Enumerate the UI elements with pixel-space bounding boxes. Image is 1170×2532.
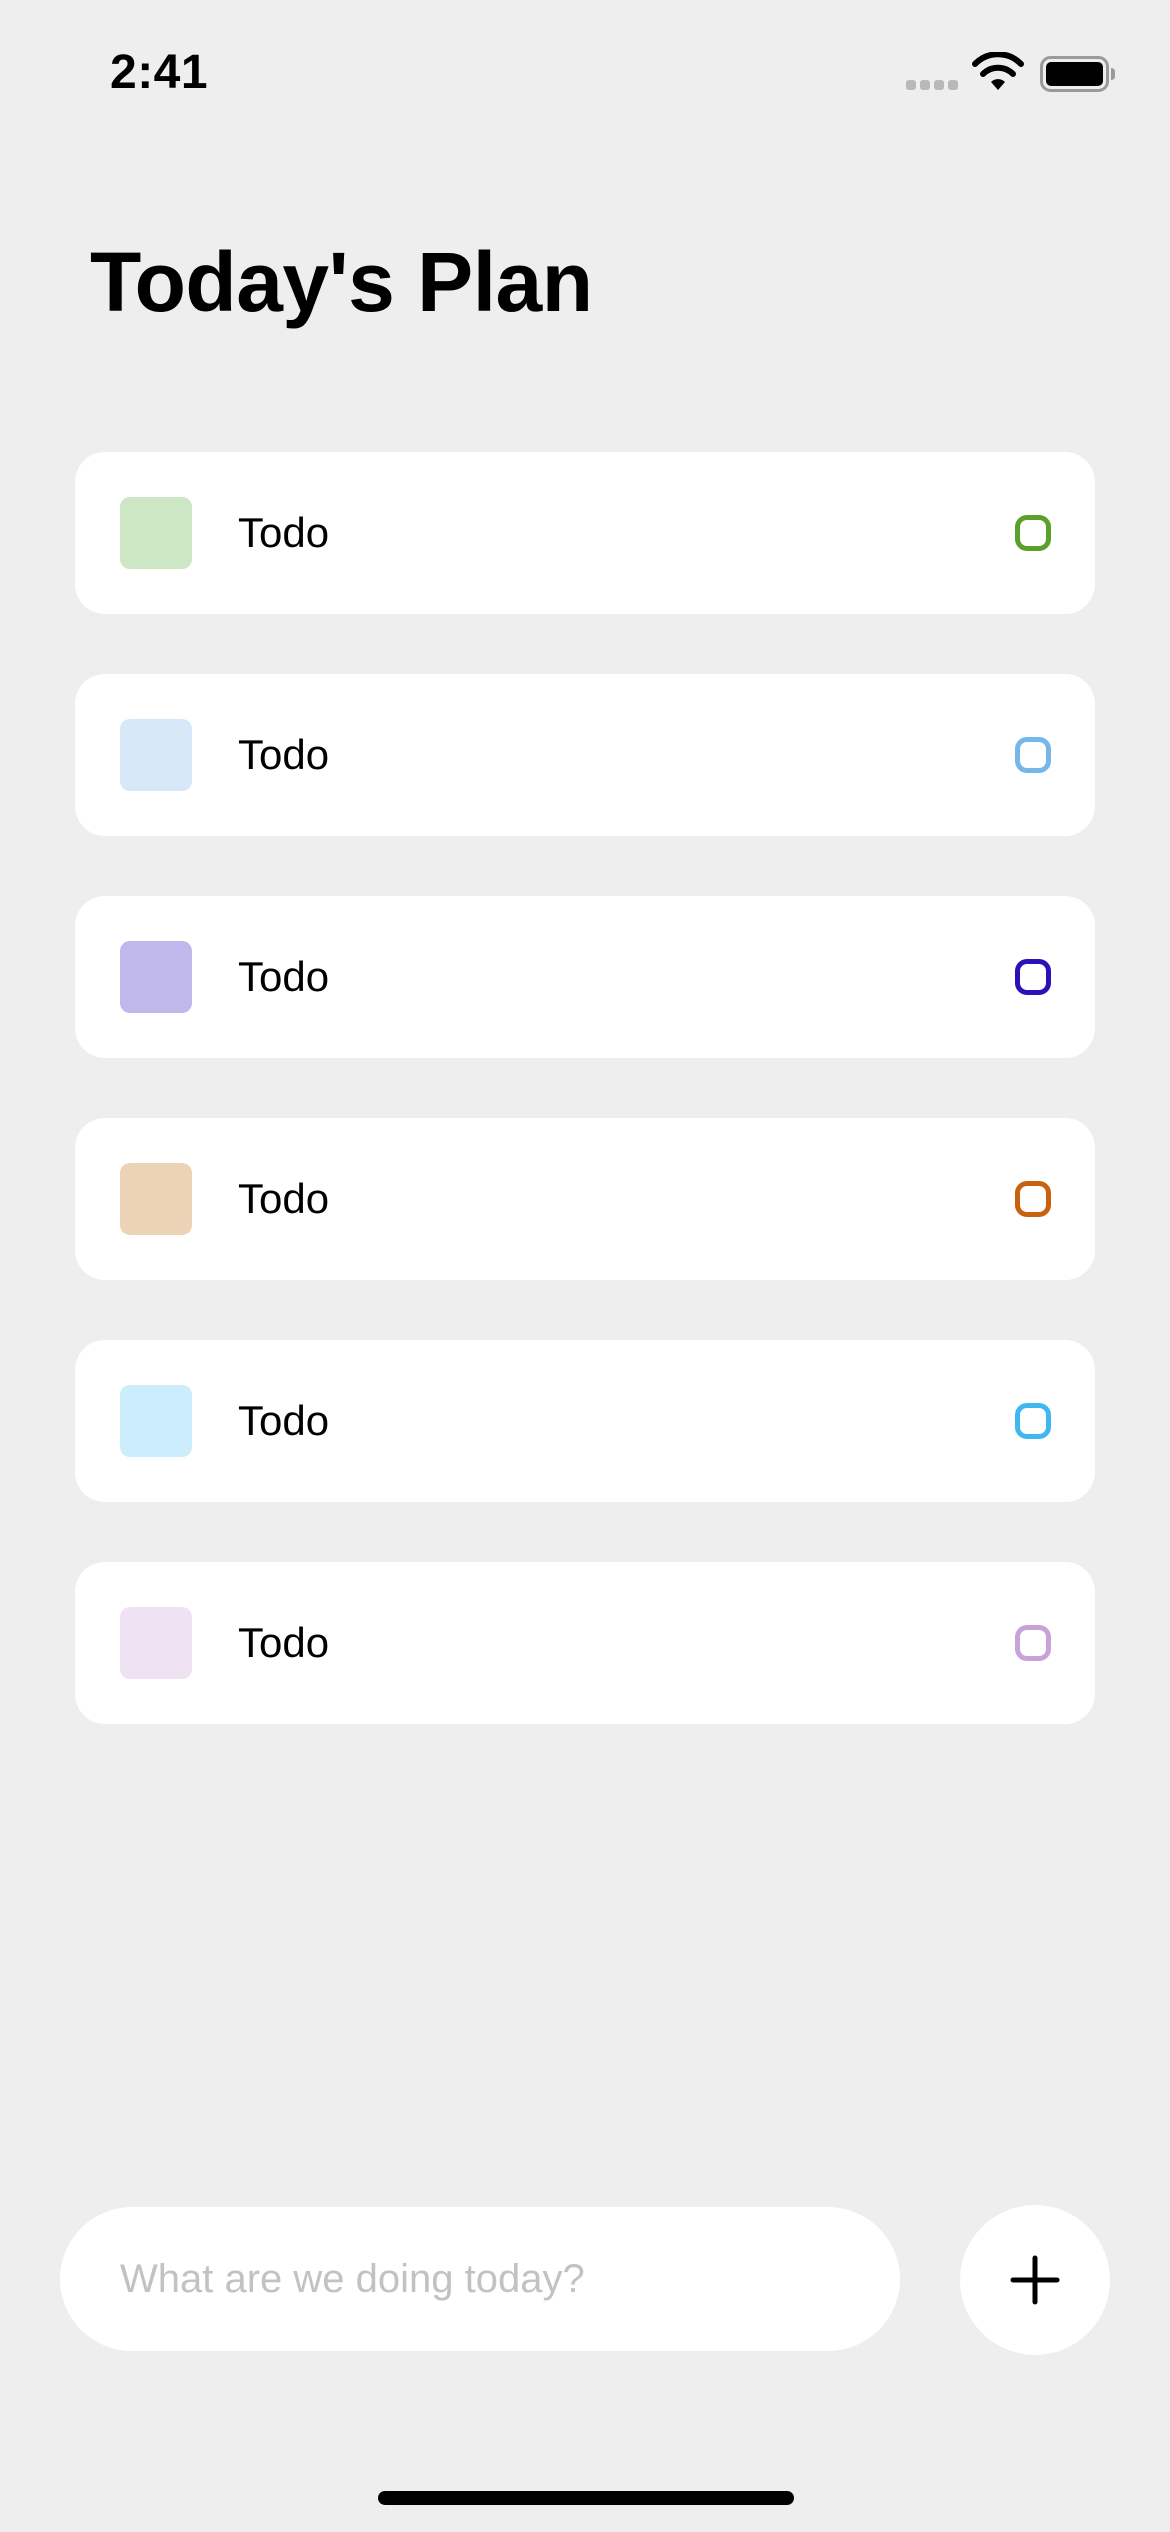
todo-checkbox[interactable] — [1015, 1181, 1051, 1217]
todo-item[interactable]: Todo — [75, 452, 1095, 614]
todo-item[interactable]: Todo — [75, 896, 1095, 1058]
add-todo-button[interactable] — [960, 2205, 1110, 2355]
wifi-icon — [972, 52, 1024, 90]
todo-color-swatch — [120, 1385, 192, 1457]
todo-label: Todo — [238, 731, 330, 778]
todo-label: Todo — [238, 509, 330, 556]
page-title: Today's Plan — [90, 235, 593, 329]
home-indicator[interactable] — [378, 2491, 794, 2505]
battery-icon — [1040, 56, 1115, 92]
todo-item[interactable]: Todo — [75, 1562, 1095, 1724]
todo-item[interactable]: Todo — [75, 674, 1095, 836]
todo-color-swatch — [120, 497, 192, 569]
todo-label: Todo — [238, 1619, 330, 1666]
todo-label: Todo — [238, 1175, 330, 1222]
plus-icon — [1010, 2255, 1060, 2305]
todo-checkbox[interactable] — [1015, 959, 1051, 995]
todo-label: Todo — [238, 953, 330, 1000]
todo-item[interactable]: Todo — [75, 1118, 1095, 1280]
todo-checkbox[interactable] — [1015, 1625, 1051, 1661]
todo-list: Todo Todo Todo Todo Todo Todo — [75, 452, 1095, 1784]
status-bar: 2:41 — [0, 0, 1170, 150]
todo-item[interactable]: Todo — [75, 1340, 1095, 1502]
todo-color-swatch — [120, 1163, 192, 1235]
new-todo-input[interactable] — [60, 2207, 900, 2351]
todo-checkbox[interactable] — [1015, 737, 1051, 773]
todo-color-swatch — [120, 719, 192, 791]
status-time: 2:41 — [110, 46, 209, 99]
todo-checkbox[interactable] — [1015, 1403, 1051, 1439]
todo-color-swatch — [120, 1607, 192, 1679]
todo-label: Todo — [238, 1397, 330, 1444]
cellular-signal-icon — [906, 80, 960, 92]
todo-checkbox[interactable] — [1015, 515, 1051, 551]
todo-color-swatch — [120, 941, 192, 1013]
